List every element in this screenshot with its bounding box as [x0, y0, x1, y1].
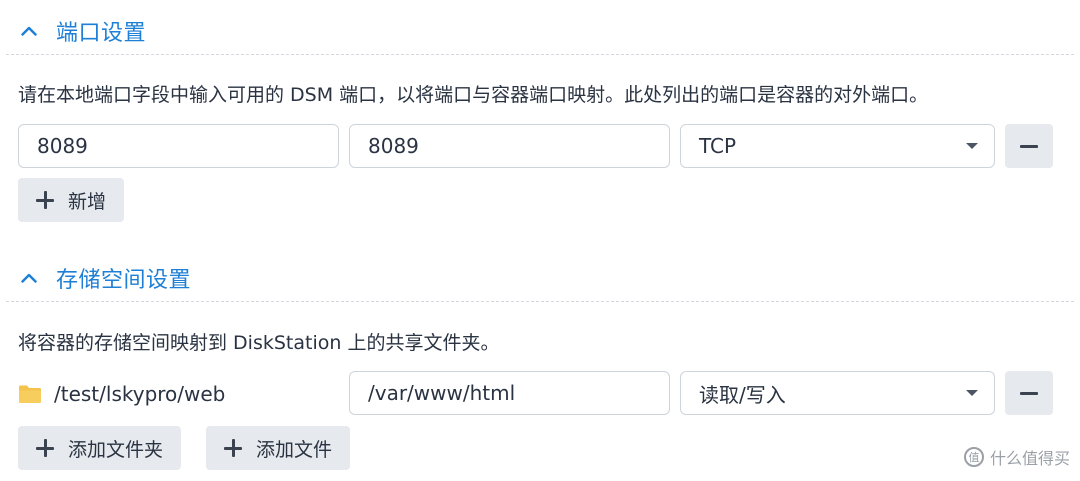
watermark: 值 什么值得买: [963, 445, 1070, 469]
shared-folder-path: /test/lskypro/web: [18, 372, 225, 416]
container-port-value: 8089: [368, 134, 419, 158]
local-port-value: 8089: [37, 134, 88, 158]
port-section-toggle[interactable]: 端口设置: [18, 14, 146, 48]
folder-path-text: /test/lskypro/web: [54, 382, 226, 406]
port-section-description: 请在本地端口字段中输入可用的 DSM 端口，以将端口与容器端口映射。此处列出的端…: [18, 84, 929, 106]
folder-icon: [19, 385, 41, 403]
port-section-title: 端口设置: [56, 21, 147, 46]
storage-section-title: 存储空间设置: [56, 268, 192, 293]
remove-port-button[interactable]: [1005, 124, 1053, 168]
caret-down-icon: [966, 390, 978, 396]
storage-section-toggle[interactable]: 存储空间设置: [18, 261, 191, 295]
add-folder-button[interactable]: 添加文件夹: [18, 426, 182, 470]
minus-icon: [1020, 144, 1038, 148]
add-folder-label: 添加文件夹: [68, 438, 164, 461]
mount-path-input[interactable]: /var/www/html: [349, 371, 670, 415]
storage-section-divider: [6, 301, 1074, 302]
storage-section-description: 将容器的存储空间映射到 DiskStation 上的共享文件夹。: [18, 332, 500, 354]
plus-icon: [224, 439, 242, 457]
local-port-input[interactable]: 8089: [18, 124, 339, 168]
docker-container-settings: 端口设置 请在本地端口字段中输入可用的 DSM 端口，以将端口与容器端口映射。此…: [0, 0, 1080, 481]
mount-path-value: /var/www/html: [368, 381, 516, 405]
watermark-logo-icon: 值: [963, 447, 984, 467]
protocol-select[interactable]: TCP: [680, 124, 995, 168]
plus-icon: [36, 439, 54, 457]
watermark-text: 什么值得买: [989, 449, 1070, 468]
plus-icon: [36, 191, 54, 209]
add-file-button[interactable]: 添加文件: [206, 426, 351, 470]
minus-icon: [1020, 391, 1038, 395]
container-port-input[interactable]: 8089: [349, 124, 670, 168]
chevron-up-icon: [18, 20, 40, 42]
add-port-label: 新增: [68, 190, 107, 213]
permission-select[interactable]: 读取/写入: [680, 371, 995, 415]
permission-value: 读取/写入: [699, 382, 786, 407]
chevron-up-icon: [18, 267, 40, 289]
protocol-value: TCP: [699, 134, 737, 158]
add-file-label: 添加文件: [256, 438, 333, 461]
port-section-divider: [6, 54, 1074, 55]
caret-down-icon: [966, 143, 978, 149]
add-port-button[interactable]: 新增: [18, 178, 125, 222]
remove-volume-button[interactable]: [1005, 371, 1053, 415]
